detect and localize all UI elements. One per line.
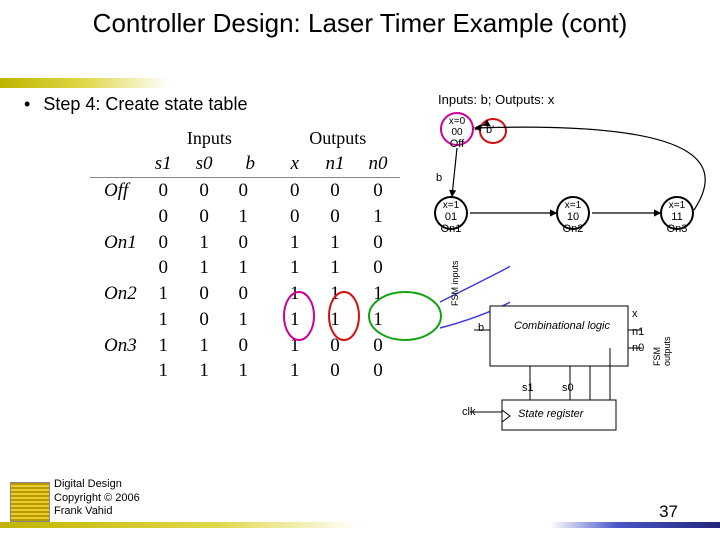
fsm-outputs-label: FSM outputs [652,336,672,366]
cell: 1 [184,358,225,384]
sig-x: x [632,308,638,320]
credit-block: Digital Design Copyright © 2006 Frank Va… [54,478,140,518]
cell: 0 [225,333,277,359]
cell: 1 [276,281,314,307]
cell: 1 [143,333,184,359]
cell: 0 [314,358,357,384]
footer-decoration-left [0,522,360,528]
fsm-inputs-label: FSM inputs [450,260,460,306]
cell: 1 [314,307,357,333]
edge-b: b [436,172,442,184]
credit-line1: Digital Design [54,478,140,491]
cell: 1 [143,281,184,307]
cell: 1 [143,307,184,333]
cell: 0 [184,281,225,307]
cell: 0 [357,358,400,384]
page-number: 37 [659,502,678,522]
cell: 0 [357,333,400,359]
cell: 1 [225,358,277,384]
block-diagram: Combinational logic State register FSM i… [452,300,662,460]
cell: 1 [276,358,314,384]
sig-b: b [478,322,484,334]
cell: 1 [184,333,225,359]
edge-bbar: b' [486,124,494,136]
credit-line3: Frank Vahid [54,505,140,518]
sig-n1: n1 [632,326,644,338]
row-state: On3 [90,333,143,359]
credit-line2: Copyright © 2006 [54,492,140,505]
cell: 1 [314,281,357,307]
sig-s0: s0 [562,382,574,394]
sig-s1: s1 [522,382,534,394]
comb-logic-label: Combinational logic [512,320,612,332]
footer-decoration-right [550,522,720,528]
row-state [90,307,143,333]
cell: 0 [225,281,277,307]
row-state [90,358,143,384]
cell: 1 [276,307,314,333]
cell: 1 [276,333,314,359]
cell: 0 [184,307,225,333]
cell: 1 [357,307,400,333]
sig-n0: n0 [632,342,644,354]
cell: 1 [357,281,400,307]
row-state: On2 [90,281,143,307]
cell: 1 [225,307,277,333]
fsm-edges [0,0,720,280]
state-register-label: State register [518,408,583,420]
sig-clk: clk [462,406,475,418]
logo-icon [10,482,50,522]
cell: 0 [314,333,357,359]
cell: 1 [143,358,184,384]
